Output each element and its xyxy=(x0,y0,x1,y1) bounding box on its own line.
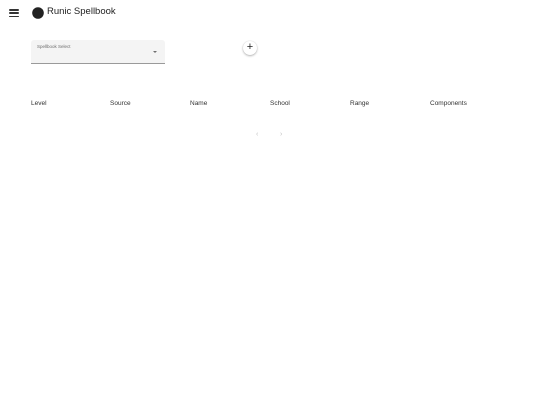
spellbook-select-label: Spellbook Select xyxy=(37,44,71,49)
app-title: Runic Spellbook xyxy=(47,6,116,17)
next-page-button[interactable]: › xyxy=(280,131,282,138)
column-header-source[interactable]: Source xyxy=(110,100,131,107)
column-header-level[interactable]: Level xyxy=(31,100,47,107)
column-header-components[interactable]: Components xyxy=(430,100,467,107)
column-header-school[interactable]: School xyxy=(270,100,290,107)
app-bar: Runic Spellbook xyxy=(0,0,540,28)
menu-icon[interactable] xyxy=(9,9,19,18)
dropdown-arrow-icon xyxy=(153,51,157,53)
half-moon-logo-icon xyxy=(32,7,44,19)
spellbook-select[interactable]: Spellbook Select xyxy=(31,40,165,64)
spell-table-header: Level Source Name School Range Component… xyxy=(0,100,540,110)
previous-page-button[interactable]: ‹ xyxy=(256,131,258,138)
column-header-name[interactable]: Name xyxy=(190,100,207,107)
column-header-range[interactable]: Range xyxy=(350,100,369,107)
plus-icon: + xyxy=(246,41,254,53)
add-spellbook-button[interactable]: + xyxy=(243,41,257,55)
